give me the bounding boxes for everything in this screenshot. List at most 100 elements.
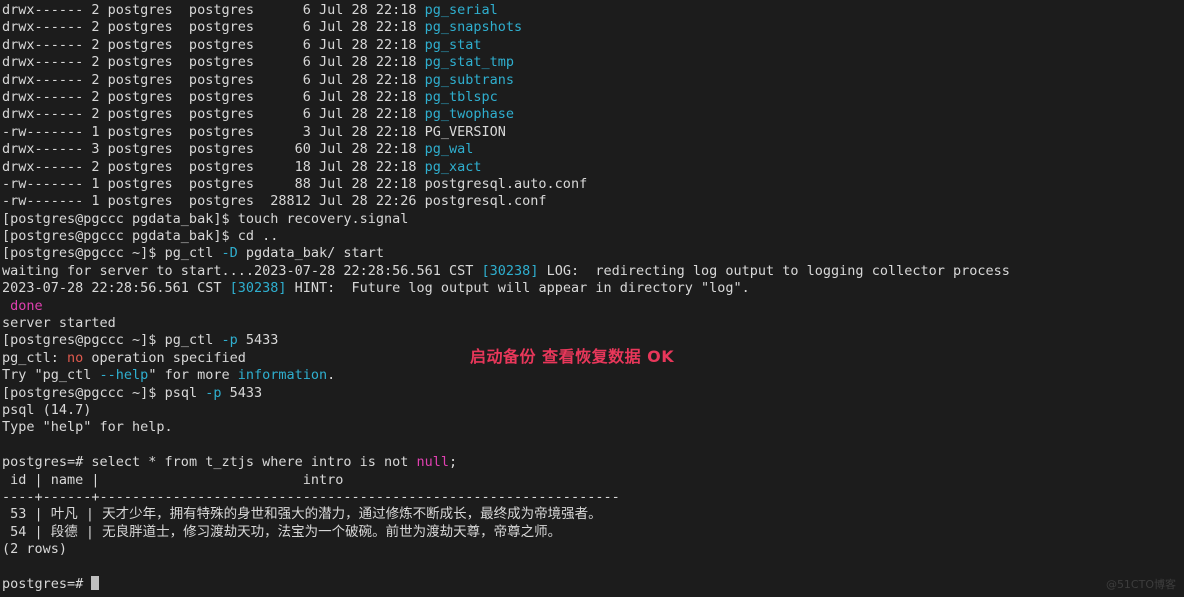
result-header-row: id | name | intro: [2, 471, 344, 488]
text-cursor: [91, 575, 100, 590]
listing-row-meta: drwx------ 2 postgres postgres 6 Jul 28 …: [2, 88, 425, 105]
listing-row-meta: drwx------ 2 postgres postgres 6 Jul 28 …: [2, 2, 425, 18]
listing-row-filename: pg_tblspc: [424, 88, 498, 105]
sql-text: select * from t_ztjs where intro is not: [91, 454, 417, 471]
listing-row-filename: postgresql.auto.conf: [424, 175, 588, 192]
status-done: done: [2, 297, 43, 314]
annotation-label: 启动备份 查看恢复数据 OK: [470, 347, 675, 366]
hint-prefix: Try "pg_ctl: [2, 367, 100, 384]
log-line-waiting: waiting for server to start....2023-07-2…: [2, 263, 1184, 280]
shell-prompt: [postgres@pgccc pgdata_bak]$: [2, 228, 238, 245]
listing-row-filename: pg_twophase: [424, 106, 515, 123]
watermark: @51CTO博客: [1105, 577, 1176, 591]
log-message: HINT: Future log output will appear in d…: [286, 280, 750, 297]
listing-row: drwx------ 2 postgres postgres 6 Jul 28 …: [2, 106, 1184, 123]
result-cell-separator: |: [77, 523, 103, 540]
result-cell-name: 叶凡: [50, 506, 78, 523]
log-message: LOG: redirecting log output to logging c…: [538, 262, 1010, 279]
listing-row: drwx------ 2 postgres postgres 6 Jul 28 …: [2, 37, 1184, 54]
hint-suffix: .: [327, 367, 336, 384]
listing-row-filename: postgresql.conf: [424, 193, 547, 210]
listing-row: -rw------- 1 postgres postgres 3 Jul 28 …: [2, 124, 1184, 141]
listing-row-filename: pg_xact: [424, 158, 482, 175]
listing-row-filename: pg_snapshots: [424, 19, 523, 36]
result-row: 53 | 叶凡 | 天才少年，拥有特殊的身世和强大的潜力，通过修炼不断成长，最终…: [2, 506, 1184, 523]
psql-version-banner: psql (14.7): [2, 401, 92, 418]
log-pid: [30238]: [229, 280, 287, 297]
listing-row: drwx------ 2 postgres postgres 6 Jul 28 …: [2, 19, 1184, 36]
listing-row-meta: drwx------ 2 postgres postgres 6 Jul 28 …: [2, 106, 425, 123]
psql-prompt: postgres=#: [2, 454, 92, 471]
command-line-pgctl-start: [postgres@pgccc ~]$ pg_ctl -D pgdata_bak…: [2, 245, 1184, 262]
command-flag: -p: [205, 384, 222, 401]
sql-terminator: ;: [449, 454, 458, 471]
listing-row: drwx------ 2 postgres postgres 6 Jul 28 …: [2, 2, 1184, 19]
result-row: 54 | 段德 | 无良胖道士，修习渡劫天功，法宝为一个破碗。前世为渡劫天尊，帝…: [2, 524, 1184, 541]
sql-query-line: postgres=# select * from t_ztjs where in…: [2, 454, 1184, 471]
log-text: waiting for server to start....2023-07-2…: [2, 262, 482, 279]
psql-help-banner: Type "help" for help.: [2, 419, 173, 436]
result-cell-id: 53 |: [2, 506, 51, 523]
command-line-touch: [postgres@pgccc pgdata_bak]$ touch recov…: [2, 211, 1184, 228]
listing-row-meta: drwx------ 2 postgres postgres 6 Jul 28 …: [2, 54, 425, 71]
psql-prompt: postgres=#: [2, 575, 92, 592]
listing-row: drwx------ 2 postgres postgres 6 Jul 28 …: [2, 72, 1184, 89]
hint-middle: " for more: [148, 367, 238, 384]
listing-row-meta: drwx------ 2 postgres postgres 6 Jul 28 …: [2, 36, 425, 53]
listing-row: -rw------- 1 postgres postgres 28812 Jul…: [2, 193, 1184, 210]
command-text: cd ..: [237, 228, 279, 245]
listing-row-filename: pg_serial: [424, 2, 498, 18]
hint-keyword: information: [237, 367, 328, 384]
log-line-server-started: server started: [2, 315, 1184, 332]
listing-row: drwx------ 2 postgres postgres 6 Jul 28 …: [2, 54, 1184, 71]
command-flag: -p: [221, 332, 238, 349]
command-flag: -D: [221, 245, 238, 262]
listing-row-meta: drwx------ 2 postgres postgres 6 Jul 28 …: [2, 71, 425, 88]
command-text: pg_ctl: [164, 332, 222, 349]
command-text: pg_ctl: [164, 245, 222, 262]
listing-row-filename: PG_VERSION: [424, 123, 506, 140]
shell-prompt: [postgres@pgccc ~]$: [2, 245, 165, 262]
listing-row-filename: pg_stat: [424, 36, 482, 53]
listing-row-meta: drwx------ 3 postgres postgres 60 Jul 28…: [2, 141, 425, 158]
shell-prompt: [postgres@pgccc ~]$: [2, 332, 165, 349]
log-line-hint: 2023-07-28 22:28:56.561 CST [30238] HINT…: [2, 280, 1184, 297]
error-message: operation specified: [83, 349, 246, 366]
result-cell-intro: 天才少年，拥有特殊的身世和强大的潜力，通过修炼不断成长，最终成为帝境强者。: [102, 506, 602, 523]
result-rows: 53 | 叶凡 | 天才少年，拥有特殊的身世和强大的潜力，通过修炼不断成长，最终…: [2, 506, 1184, 541]
listing-row-meta: drwx------ 2 postgres postgres 6 Jul 28 …: [2, 19, 425, 36]
listing-row-meta: -rw------- 1 postgres postgres 3 Jul 28 …: [2, 123, 425, 140]
command-args: pgdata_bak/ start: [237, 245, 385, 262]
error-line-try-help: Try "pg_ctl --help" for more information…: [2, 367, 1184, 384]
listing-row-meta: -rw------- 1 postgres postgres 88 Jul 28…: [2, 175, 425, 192]
error-keyword: no: [67, 349, 84, 366]
log-timestamp: 2023-07-28 22:28:56.561 CST: [2, 280, 230, 297]
result-cell-separator: |: [77, 506, 103, 523]
command-line-cd: [postgres@pgccc pgdata_bak]$ cd ..: [2, 228, 1184, 245]
directory-listing: drwx------ 2 postgres postgres 6 Jul 28 …: [2, 2, 1184, 211]
command-args: 5433: [221, 384, 263, 401]
terminal-window[interactable]: drwx------ 2 postgres postgres 6 Jul 28 …: [0, 0, 1184, 597]
result-separator-row: ----+------+----------------------------…: [2, 488, 620, 505]
status-text: server started: [2, 315, 116, 332]
result-cell-intro: 无良胖道士，修习渡劫天功，法宝为一个破碗。前世为渡劫天尊，帝尊之师。: [102, 523, 562, 540]
log-pid: [30238]: [481, 262, 539, 279]
listing-row-meta: drwx------ 2 postgres postgres 18 Jul 28…: [2, 158, 425, 175]
listing-row-filename: pg_wal: [424, 141, 474, 158]
command-args: 5433: [237, 332, 279, 349]
command-line-psql: [postgres@pgccc ~]$ psql -p 5433: [2, 385, 1184, 402]
listing-row: drwx------ 2 postgres postgres 6 Jul 28 …: [2, 89, 1184, 106]
result-cell-id: 54 |: [2, 523, 51, 540]
listing-row: drwx------ 3 postgres postgres 60 Jul 28…: [2, 141, 1184, 158]
shell-prompt: [postgres@pgccc ~]$: [2, 384, 165, 401]
shell-prompt: [postgres@pgccc pgdata_bak]$: [2, 210, 238, 227]
listing-row-filename: pg_subtrans: [424, 71, 515, 88]
listing-row: drwx------ 2 postgres postgres 18 Jul 28…: [2, 159, 1184, 176]
error-prefix: pg_ctl:: [2, 349, 68, 366]
active-prompt-line[interactable]: postgres=#: [2, 575, 1184, 593]
command-text: psql: [164, 384, 206, 401]
result-row-count: (2 rows): [2, 541, 68, 558]
help-flag: --help: [99, 367, 149, 384]
